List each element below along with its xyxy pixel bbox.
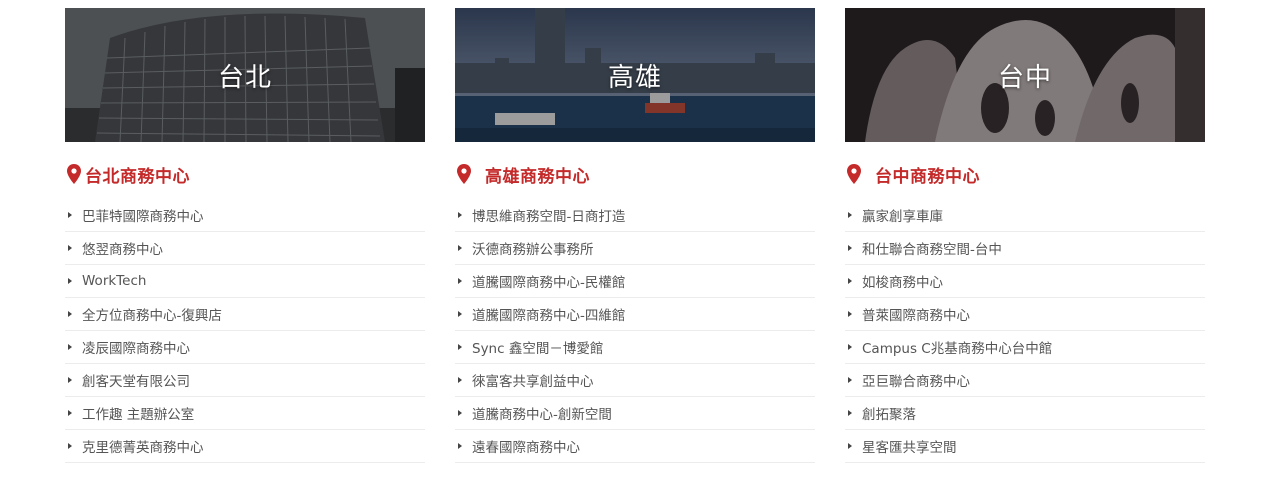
list-item[interactable]: 博思維商務空間-日商打造 — [455, 199, 815, 232]
section-title: 台北商務中心 — [85, 166, 190, 187]
column-taichung: 台中 台中商務中心 贏家創享車庫 和仕聯合商務空間-台中 如梭商務中心 普萊國際… — [845, 8, 1205, 463]
center-list: 博思維商務空間-日商打造 沃德商務辦公事務所 道騰國際商務中心-民權館 道騰國際… — [455, 199, 815, 463]
caret-right-icon — [68, 443, 72, 449]
banner-city-name: 高雄 — [607, 62, 662, 93]
caret-right-icon — [848, 278, 852, 284]
taipei-banner[interactable]: 台北 — [65, 8, 425, 142]
caret-right-icon — [68, 311, 72, 317]
list-item[interactable]: 悠翌商務中心 — [65, 232, 425, 265]
map-pin-icon — [67, 164, 81, 184]
map-pin-icon — [847, 164, 861, 184]
list-item[interactable]: 遠春國際商務中心 — [455, 430, 815, 463]
section-title-taichung[interactable]: 台中商務中心 — [845, 162, 1205, 187]
list-item[interactable]: 徠富客共享創益中心 — [455, 364, 815, 397]
caret-right-icon — [848, 245, 852, 251]
caret-right-icon — [848, 344, 852, 350]
list-item[interactable]: 普萊國際商務中心 — [845, 298, 1205, 331]
center-list: 巴菲特國際商務中心 悠翌商務中心 WorkTech 全方位商務中心-復興店 凌辰… — [65, 199, 425, 463]
taichung-banner[interactable]: 台中 — [845, 8, 1205, 142]
column-taipei: 台北 台北商務中心 巴菲特國際商務中心 悠翌商務中心 WorkTech 全方位商… — [65, 8, 425, 463]
caret-right-icon — [848, 212, 852, 218]
section-title-taipei[interactable]: 台北商務中心 — [65, 162, 425, 187]
caret-right-icon — [848, 311, 852, 317]
list-item[interactable]: 道騰國際商務中心-四維館 — [455, 298, 815, 331]
list-item[interactable]: WorkTech — [65, 265, 425, 298]
banner-city-name: 台中 — [997, 62, 1052, 93]
section-title-kaohsiung[interactable]: 高雄商務中心 — [455, 162, 815, 187]
caret-right-icon — [68, 377, 72, 383]
map-pin-icon — [457, 164, 471, 184]
caret-right-icon — [68, 344, 72, 350]
caret-right-icon — [848, 377, 852, 383]
caret-right-icon — [68, 278, 72, 284]
caret-right-icon — [848, 410, 852, 416]
caret-right-icon — [458, 410, 462, 416]
banner-city-name: 台北 — [217, 62, 272, 93]
caret-right-icon — [68, 212, 72, 218]
list-item[interactable]: 克里德菁英商務中心 — [65, 430, 425, 463]
caret-right-icon — [68, 410, 72, 416]
caret-right-icon — [458, 344, 462, 350]
list-item[interactable]: 道騰商務中心-創新空間 — [455, 397, 815, 430]
caret-right-icon — [458, 311, 462, 317]
list-item[interactable]: 道騰國際商務中心-民權館 — [455, 265, 815, 298]
business-center-directory: 台北 台北商務中心 巴菲特國際商務中心 悠翌商務中心 WorkTech 全方位商… — [0, 0, 1271, 493]
caret-right-icon — [68, 245, 72, 251]
center-list: 贏家創享車庫 和仕聯合商務空間-台中 如梭商務中心 普萊國際商務中心 Campu… — [845, 199, 1205, 463]
list-item[interactable]: 巴菲特國際商務中心 — [65, 199, 425, 232]
list-item[interactable]: 和仕聯合商務空間-台中 — [845, 232, 1205, 265]
list-item[interactable]: Sync 鑫空間－博愛館 — [455, 331, 815, 364]
caret-right-icon — [458, 377, 462, 383]
list-item[interactable]: 全方位商務中心-復興店 — [65, 298, 425, 331]
caret-right-icon — [848, 443, 852, 449]
list-item[interactable]: 凌辰國際商務中心 — [65, 331, 425, 364]
column-kaohsiung: 高雄 高雄商務中心 博思維商務空間-日商打造 沃德商務辦公事務所 道騰國際商務中… — [455, 8, 815, 463]
caret-right-icon — [458, 443, 462, 449]
caret-right-icon — [458, 278, 462, 284]
list-item[interactable]: 創拓聚落 — [845, 397, 1205, 430]
list-item[interactable]: 創客天堂有限公司 — [65, 364, 425, 397]
list-item[interactable]: 贏家創享車庫 — [845, 199, 1205, 232]
caret-right-icon — [458, 212, 462, 218]
caret-right-icon — [458, 245, 462, 251]
list-item[interactable]: Campus C兆基商務中心台中館 — [845, 331, 1205, 364]
kaohsiung-banner[interactable]: 高雄 — [455, 8, 815, 142]
list-item[interactable]: 沃德商務辦公事務所 — [455, 232, 815, 265]
list-item[interactable]: 如梭商務中心 — [845, 265, 1205, 298]
section-title: 高雄商務中心 — [485, 166, 590, 187]
list-item[interactable]: 工作趣 主題辦公室 — [65, 397, 425, 430]
section-title: 台中商務中心 — [875, 166, 980, 187]
list-item[interactable]: 星客匯共享空間 — [845, 430, 1205, 463]
list-item[interactable]: 亞巨聯合商務中心 — [845, 364, 1205, 397]
